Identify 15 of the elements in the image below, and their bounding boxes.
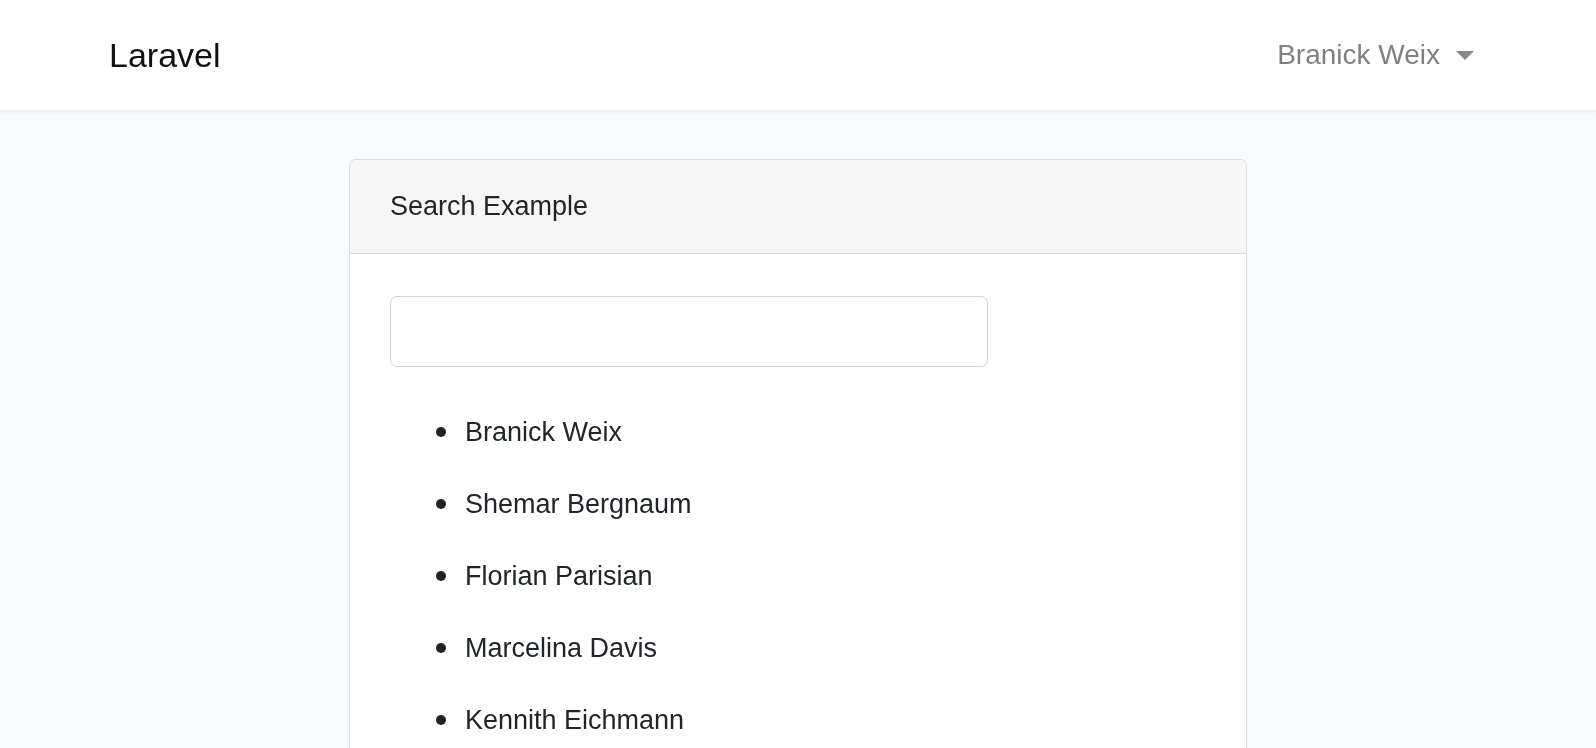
- search-field[interactable]: [390, 296, 988, 367]
- bullet-icon: [436, 427, 446, 437]
- result-item: Branick Weix: [465, 416, 623, 449]
- card-title: Search Example: [390, 191, 589, 222]
- caret-icon: [1456, 50, 1474, 60]
- bullet-icon: [436, 643, 446, 653]
- user-menu-button[interactable]: Branick Weix: [1277, 35, 1474, 75]
- result-item: Marcelina Davis: [465, 632, 658, 665]
- brand-link[interactable]: Laravel: [109, 35, 221, 75]
- bullet-icon: [436, 715, 446, 725]
- bullet-icon: [436, 571, 446, 581]
- result-item: Florian Parisian: [465, 560, 653, 593]
- result-item: Shemar Bergnaum: [465, 488, 692, 521]
- bullet-icon: [436, 499, 446, 509]
- result-item: Kennith Eichmann: [465, 704, 685, 737]
